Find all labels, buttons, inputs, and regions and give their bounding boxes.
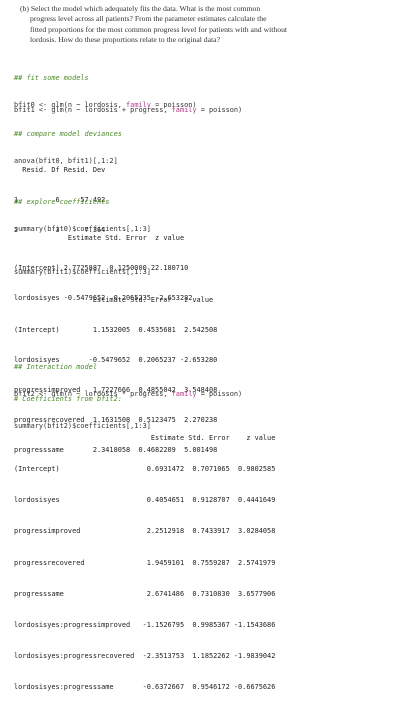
code-comment: ## Interaction model [14,363,97,371]
code-comment: ## compare model deviances [14,130,122,138]
output-row: progressimproved 2.2512918 0.7433917 3.0… [14,527,276,536]
code-comment: ## fit some models [14,74,89,82]
output-row: lordosisyes:progresssame -0.6372667 0.95… [14,683,276,692]
question-text: (b) Select the model which adequately fi… [20,4,392,46]
output-row: lordosisyes:progressrecovered -2.3513753… [14,652,276,661]
output-row: (Intercept) 1.1532005 0.4535681 2.542508 [14,326,218,334]
question-line: lordosis. How do these proportions relat… [30,35,221,45]
output-header: Estimate Std. Error z value [14,234,185,242]
code-arg: family [171,390,197,398]
output-row: progressrecovered 1.9459101 0.7559287 2.… [14,558,276,567]
output-row: lordosisyes:progressimproved -1.1526795 … [14,621,276,630]
question-line: fitted proportions for the most common p… [30,24,288,34]
output-header: Estimate Std. Error z value [14,296,214,304]
coef2-output: Estimate Std. Error z value (Intercept) … [14,412,275,703]
output-header: Resid. Df Resid. Dev [14,166,106,174]
code-text: poisson) [209,106,243,114]
question-line: progress level across all patients? From… [30,14,267,24]
output-header: Estimate Std. Error z value [14,433,276,442]
output-row: progresssame 2.6741486 0.7310830 3.65779… [14,589,276,598]
code-text: poisson) [209,390,243,398]
code-comment: # Coefficients from bfit2: [14,395,122,403]
code-text: = [196,106,210,114]
question-line: (b) Select the model which adequately fi… [20,4,261,13]
output-row: (Intercept) 0.6931472 0.7071065 0.980258… [14,465,276,474]
code-arg: family [171,106,197,114]
output-row: lordosisyes 0.4054651 0.9128707 0.444164… [14,496,276,505]
code-text: = [196,390,210,398]
code-comment: ## explore coefficients [14,198,110,206]
